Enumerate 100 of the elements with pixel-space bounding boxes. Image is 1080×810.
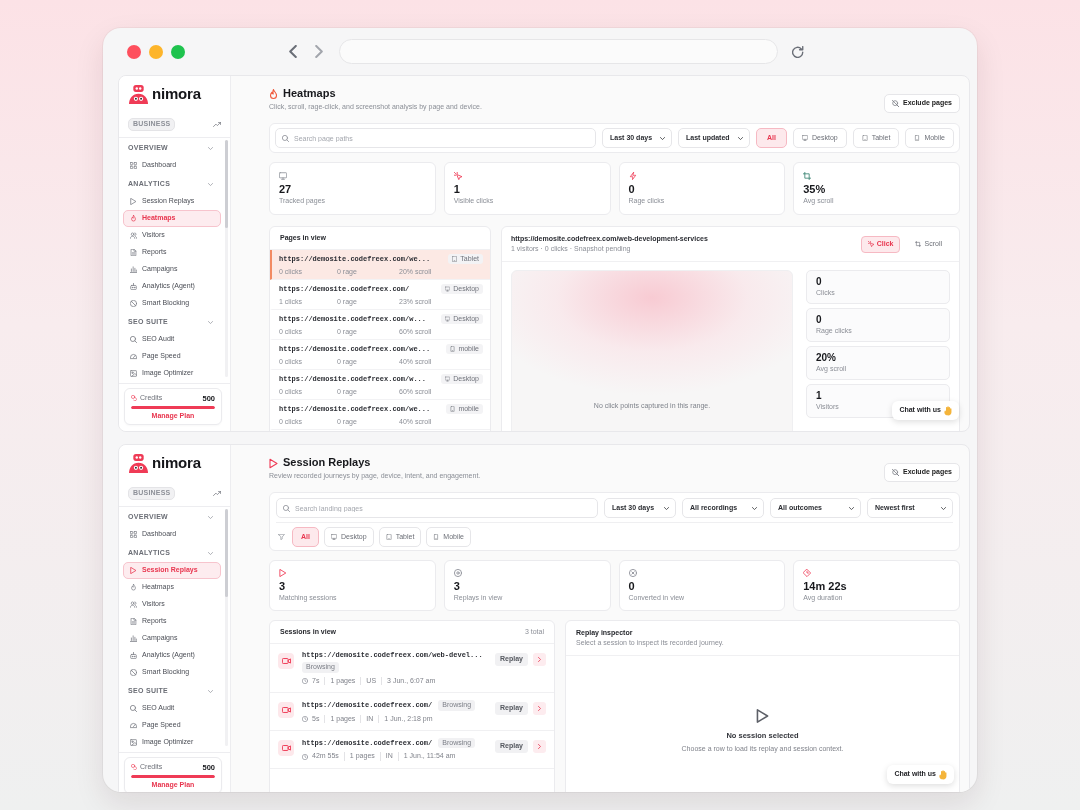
users-icon (130, 601, 137, 608)
play-icon (130, 198, 137, 205)
ban-icon (130, 669, 137, 676)
stat-value: 0 (628, 183, 635, 195)
coins-icon (131, 395, 137, 402)
diamond-icon (803, 569, 812, 577)
forward-icon[interactable] (315, 45, 323, 58)
ban-icon (130, 300, 137, 307)
document-icon (130, 618, 137, 625)
tablet-icon (452, 256, 458, 262)
waving-hand-icon (944, 405, 953, 416)
monitor-icon (445, 286, 451, 292)
metric-value: 0 (816, 314, 822, 327)
grid-icon (130, 162, 137, 169)
page-title: Session Replays (283, 456, 371, 470)
tablet-icon (385, 534, 392, 540)
robot-logo-icon (128, 453, 149, 473)
phone-icon (450, 346, 456, 352)
stat-value: 3 (279, 580, 286, 592)
robot-icon (130, 652, 137, 659)
video-icon (278, 702, 294, 719)
stat-value: 14m 22s (803, 580, 847, 592)
trend-arrow-icon[interactable] (213, 122, 221, 127)
users-icon (130, 232, 137, 239)
robot-icon (130, 283, 137, 290)
search-icon (283, 504, 290, 512)
monitor-icon (802, 135, 808, 141)
chevron-down-icon[interactable] (208, 552, 213, 555)
chevron-right-icon (538, 657, 541, 662)
video-icon (278, 653, 294, 669)
search-slash-icon (891, 469, 899, 476)
metric-value: 0 (816, 276, 822, 289)
cursor-click-icon (453, 172, 462, 180)
image-icon (130, 370, 137, 377)
document-icon (130, 249, 137, 256)
chevron-down-icon[interactable] (208, 690, 213, 693)
stat-value: 35% (803, 183, 826, 195)
chevron-down-icon[interactable] (208, 321, 213, 324)
clock-icon (302, 753, 308, 760)
bar-chart-icon (130, 266, 137, 273)
chevron-down-icon (849, 506, 854, 510)
phone-icon (433, 534, 440, 540)
search-icon (130, 336, 137, 343)
flame-icon (130, 215, 137, 222)
target-icon (453, 569, 462, 577)
back-icon[interactable] (289, 45, 297, 58)
stat-value: 27 (279, 183, 292, 195)
lightning-icon (628, 172, 637, 180)
open-session-button[interactable] (533, 653, 546, 666)
phone-icon (450, 406, 456, 412)
play-icon (279, 569, 287, 577)
phone-icon (914, 135, 921, 141)
open-session-button[interactable] (533, 739, 546, 753)
video-icon (278, 739, 294, 756)
filter-icon (278, 534, 285, 540)
search-icon (282, 134, 289, 142)
stat-value: 1 (453, 183, 460, 195)
reload-icon[interactable] (792, 45, 804, 58)
clock-icon (302, 677, 308, 684)
scrollbar[interactable] (225, 140, 228, 377)
image-icon (130, 739, 137, 746)
brand-name: nimora (152, 85, 201, 103)
trend-arrow-icon[interactable] (213, 491, 221, 496)
chevron-down-icon[interactable] (208, 147, 213, 150)
monitor-icon (445, 376, 451, 382)
chevron-right-icon (538, 743, 541, 749)
flame-icon (269, 88, 278, 100)
maximize-window-button[interactable] (171, 44, 185, 59)
crop-icon (915, 241, 922, 247)
chevron-down-icon (660, 136, 666, 140)
metric-value: 20% (816, 352, 836, 365)
crop-icon (803, 172, 812, 180)
metric-value: 1 (816, 390, 822, 403)
waving-hand-icon (939, 769, 948, 780)
gauge-icon (130, 722, 137, 729)
cursor-click-icon (867, 241, 874, 247)
chevron-down-icon[interactable] (208, 183, 213, 186)
play-icon (130, 567, 137, 574)
bar-chart-icon (130, 635, 137, 642)
chevron-down-icon (738, 136, 744, 140)
page-title: Heatmaps (283, 87, 336, 101)
scrollbar[interactable] (225, 509, 228, 746)
open-session-button[interactable] (533, 702, 546, 716)
stat-value: 0 (628, 580, 635, 592)
chevron-down-icon[interactable] (208, 516, 213, 519)
flame-icon (130, 584, 137, 591)
close-window-button[interactable] (127, 44, 141, 59)
chevron-down-icon (941, 506, 946, 510)
play-icon (269, 457, 278, 469)
brand-name: nimora (152, 454, 201, 472)
minimize-window-button[interactable] (149, 44, 163, 59)
x-circle-icon (628, 569, 637, 577)
monitor-icon (279, 172, 287, 180)
clock-icon (302, 715, 308, 722)
monitor-icon (445, 316, 451, 322)
chevron-down-icon (752, 506, 757, 510)
chevron-down-icon (664, 506, 669, 510)
search-slash-icon (891, 100, 899, 107)
stat-value: 3 (453, 580, 460, 592)
search-icon (130, 705, 137, 712)
